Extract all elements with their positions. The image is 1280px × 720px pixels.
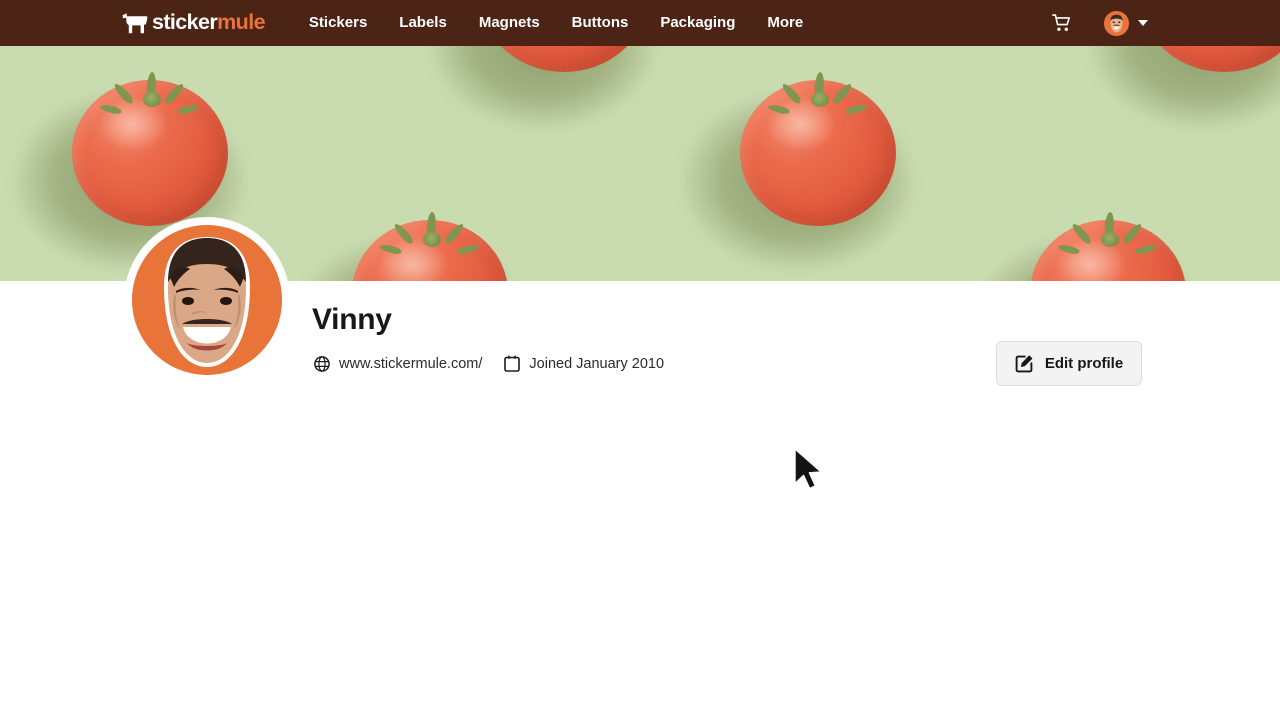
logo-text: stickermule [152, 10, 266, 35]
tomato-calyx [1057, 208, 1158, 256]
nav-link-stickers[interactable]: Stickers [293, 0, 383, 46]
edit-profile-button[interactable]: Edit profile [996, 341, 1142, 386]
nav-link-packaging[interactable]: Packaging [644, 0, 751, 46]
logo-text-sticker: sticker [152, 10, 218, 35]
tomato-calyx [99, 68, 200, 116]
stickermule-logo[interactable]: stickermule [122, 10, 266, 35]
profile-meta: www.stickermule.com/ Joined January 2010 [314, 355, 664, 372]
nav-user-avatar[interactable] [1104, 10, 1129, 36]
calendar-icon [504, 355, 521, 372]
nav-right-section [1048, 0, 1280, 46]
page-title: Vinny [312, 303, 392, 336]
profile-website[interactable]: www.stickermule.com/ [314, 356, 482, 372]
profile-joined-text: Joined January 2010 [529, 355, 665, 372]
cart-button[interactable] [1048, 10, 1074, 36]
mouse-pointer [794, 448, 822, 490]
edit-pencil-icon [1015, 355, 1033, 373]
top-navigation-bar: stickermule Stickers Labels Magnets Butt… [0, 0, 1280, 46]
profile-page: stickermule Stickers Labels Magnets Butt… [0, 0, 1280, 720]
nav-link-magnets[interactable]: Magnets [463, 0, 556, 46]
profile-joined: Joined January 2010 [504, 355, 664, 372]
logo-text-mule: mule [217, 10, 265, 35]
nav-link-labels[interactable]: Labels [383, 0, 463, 46]
profile-avatar[interactable] [124, 217, 290, 383]
profile-website-text: www.stickermule.com/ [339, 355, 483, 372]
nav-avatar-face-icon [1104, 10, 1129, 36]
tomato-calyx [379, 208, 480, 256]
mule-icon [122, 12, 148, 33]
tomato-calyx [767, 68, 868, 116]
profile-avatar-face-icon [132, 225, 282, 375]
shopping-cart-icon [1051, 14, 1070, 31]
profile-avatar-image [132, 225, 282, 375]
globe-icon [314, 355, 330, 372]
edit-profile-label: Edit profile [1044, 355, 1124, 372]
chevron-down-icon [1138, 20, 1148, 26]
account-menu[interactable] [1104, 10, 1148, 36]
nav-link-more[interactable]: More [751, 0, 819, 46]
nav-links: Stickers Labels Magnets Buttons Packagin… [293, 0, 819, 46]
nav-link-buttons[interactable]: Buttons [556, 0, 645, 46]
